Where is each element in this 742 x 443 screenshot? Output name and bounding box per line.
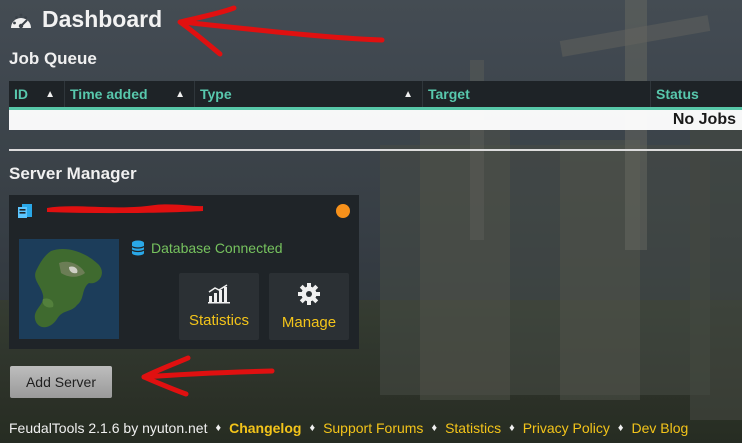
footer-separator: ♦ — [509, 422, 515, 434]
footer-link-privacy-policy[interactable]: Privacy Policy — [523, 420, 610, 436]
page-header: Dashboard — [8, 6, 162, 33]
database-status-text: Database Connected — [151, 240, 283, 256]
statistics-button-label: Statistics — [188, 312, 249, 329]
job-queue-header-row: ID ▲ Time added ▲ Type ▲ Target Status — [9, 81, 742, 110]
column-header-target[interactable]: Target — [423, 81, 651, 107]
server-manager-title: Server Manager — [9, 164, 137, 183]
server-status-indicator — [336, 204, 350, 218]
column-header-time-added[interactable]: Time added ▲ — [65, 81, 195, 107]
section-divider — [9, 149, 742, 151]
server-icon — [18, 203, 32, 218]
sort-asc-icon[interactable]: ▲ — [175, 89, 185, 100]
footer-version-text: FeudalTools 2.1.6 by nyuton.net — [9, 420, 208, 436]
sort-asc-icon[interactable]: ▲ — [45, 89, 55, 100]
manage-button[interactable]: Manage — [269, 273, 349, 340]
database-status: Database Connected — [131, 240, 283, 256]
column-header-type[interactable]: Type ▲ — [195, 81, 423, 107]
job-queue-empty-row: No Jobs — [9, 110, 742, 130]
footer-link-dev-blog[interactable]: Dev Blog — [631, 420, 688, 436]
database-icon — [131, 240, 145, 256]
empty-state-text: No Jobs — [672, 111, 736, 128]
footer-separator: ♦ — [215, 422, 222, 434]
statistics-button[interactable]: Statistics — [179, 273, 259, 340]
footer-separator: ♦ — [617, 422, 624, 434]
column-header-status[interactable]: Status — [651, 81, 742, 107]
bar-chart-icon — [208, 284, 230, 304]
job-queue-title: Job Queue — [9, 49, 97, 68]
footer-link-changelog[interactable]: Changelog — [229, 420, 301, 436]
annotation-arrow-icon — [177, 5, 385, 57]
sort-asc-icon[interactable]: ▲ — [403, 89, 413, 100]
manage-button-label: Manage — [281, 314, 337, 331]
footer-link-support-forums[interactable]: Support Forums — [323, 420, 423, 436]
page-title: Dashboard — [42, 6, 163, 32]
job-queue-table: ID ▲ Time added ▲ Type ▲ Target Status N… — [9, 81, 742, 130]
footer: FeudalTools 2.1.6 by nyuton.net ♦ Change… — [9, 420, 688, 436]
dashboard-gauge-icon — [11, 13, 31, 28]
server-card-header[interactable] — [9, 195, 359, 226]
redaction-mark — [47, 204, 203, 214]
map-thumbnail[interactable] — [19, 239, 119, 339]
gear-icon — [298, 283, 320, 305]
add-server-button[interactable]: Add Server — [10, 366, 112, 398]
footer-separator: ♦ — [431, 422, 438, 434]
annotation-arrow-icon — [141, 355, 275, 397]
server-card: Database Connected Statistics Manage — [9, 195, 359, 349]
footer-link-statistics[interactable]: Statistics — [445, 420, 501, 436]
column-header-id[interactable]: ID ▲ — [9, 81, 65, 107]
footer-separator: ♦ — [309, 422, 316, 434]
